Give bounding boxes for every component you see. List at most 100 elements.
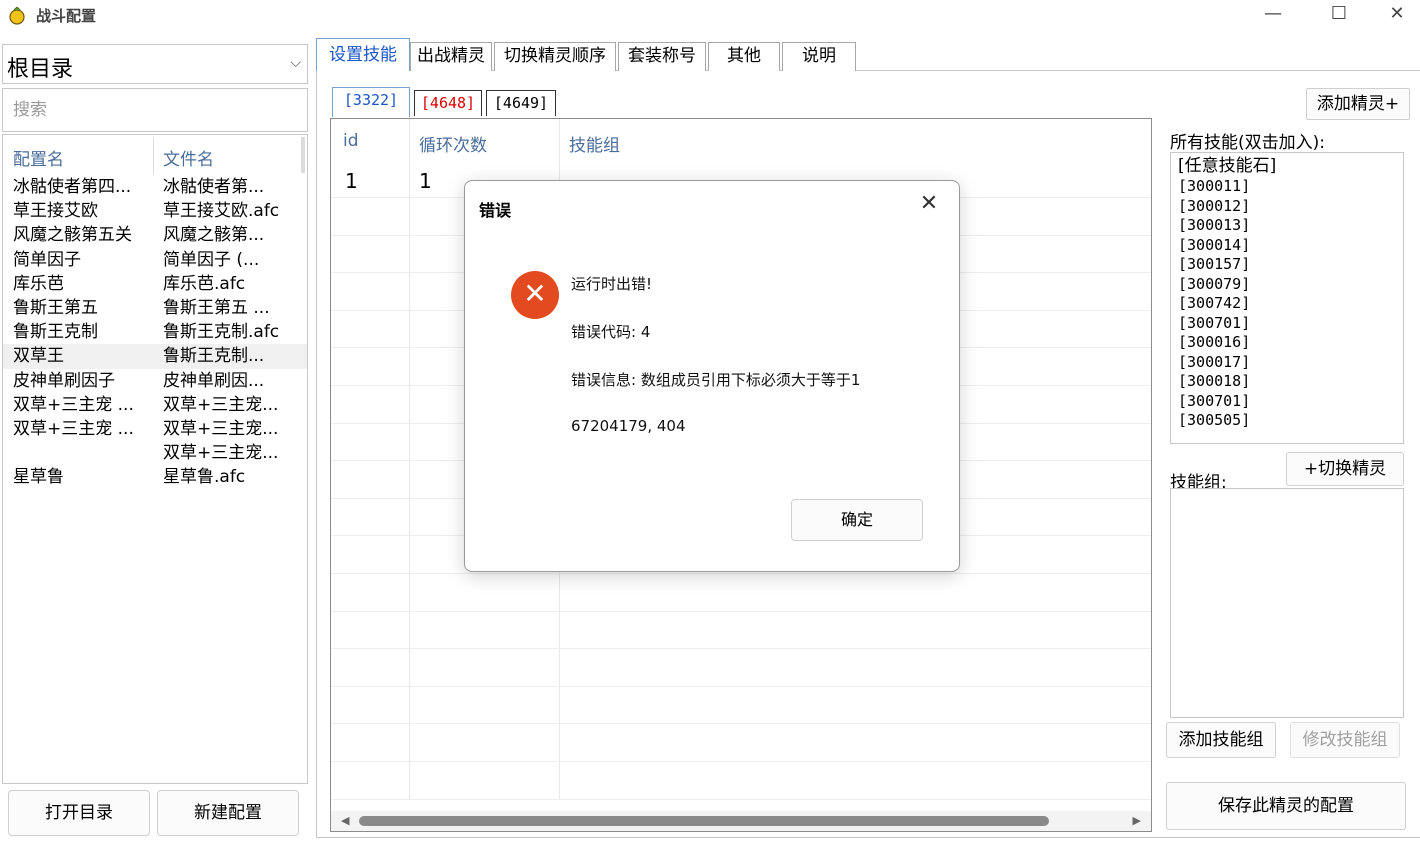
skill-group-list[interactable]: [1170, 488, 1404, 718]
file-name: 鲁斯王克制...: [163, 346, 265, 367]
minimize-button[interactable]: —: [1250, 0, 1296, 30]
dialog-error-code: 错误代码: 4: [571, 323, 651, 341]
grid-cell-loop[interactable]: 1: [419, 169, 432, 193]
all-skills-label: 所有技能(双击加入):: [1170, 133, 1325, 153]
dialog-message: 运行时出错!: [571, 275, 653, 293]
grid-header-id[interactable]: id: [343, 131, 359, 151]
config-name: 皮神单刷因子: [13, 370, 115, 391]
grid-row-line: [331, 723, 1151, 725]
config-name: 双草+三主宠 ...: [13, 394, 134, 415]
scroll-right-icon[interactable]: ▶: [1133, 814, 1141, 827]
config-name: 库乐芭: [13, 273, 64, 294]
config-rows: 冰骷使者第四... 冰骷使者第... 草王接艾欧 草王接艾欧.afc 风魔之骸第五关 风魔…: [3, 175, 307, 489]
config-name: 双草王: [13, 346, 64, 367]
tab-help[interactable]: 说明: [782, 42, 856, 71]
tab-switch-order[interactable]: 切换精灵顺序: [494, 42, 616, 71]
app-icon: [9, 7, 25, 25]
list-item[interactable]: 双草王 鲁斯王克制...: [3, 344, 307, 369]
horizontal-scrollbar[interactable]: ◀ ▶: [331, 811, 1151, 831]
new-config-button[interactable]: 新建配置: [157, 790, 299, 836]
tab-other[interactable]: 其他: [708, 42, 780, 71]
dialog-ok-button[interactable]: 确定: [791, 499, 923, 541]
search-input[interactable]: [2, 88, 308, 132]
list-item[interactable]: 冰骷使者第四... 冰骷使者第...: [3, 175, 307, 199]
skill-item[interactable]: [300017]: [1178, 353, 1403, 373]
dialog-error-detail: 67204179, 404: [571, 417, 686, 435]
file-name: 星草鲁.afc: [163, 467, 246, 488]
add-spirit-button[interactable]: 添加精灵+: [1306, 88, 1410, 120]
list-item[interactable]: 库乐芭 库乐芭.afc: [3, 272, 307, 296]
skill-item[interactable]: [300013]: [1178, 216, 1403, 236]
column-header-file-name[interactable]: 文件名: [163, 145, 214, 170]
chevron-down-icon: ⌵: [290, 55, 301, 71]
config-name: 星草鲁: [13, 467, 64, 488]
maximize-button[interactable]: ☐: [1316, 0, 1362, 30]
skill-item[interactable]: [300701]: [1178, 314, 1403, 334]
grid-header-skill-group[interactable]: 技能组: [569, 131, 620, 156]
skill-item[interactable]: [300018]: [1178, 372, 1403, 392]
open-directory-button[interactable]: 打开目录: [8, 790, 150, 836]
save-spirit-config-button[interactable]: 保存此精灵的配置: [1166, 782, 1406, 830]
skill-item[interactable]: [300012]: [1178, 197, 1403, 217]
subtab-4649[interactable]: [4649]: [486, 90, 556, 116]
config-name: 冰骷使者第四...: [13, 177, 132, 197]
file-name: 双草+三主宠...: [163, 418, 279, 439]
dialog-error-info: 错误信息: 数组成员引用下标必须大于等于1: [571, 371, 861, 389]
list-item[interactable]: 鲁斯王克制 鲁斯王克制.afc: [3, 320, 307, 344]
skill-item[interactable]: [300742]: [1178, 294, 1403, 314]
list-item[interactable]: 皮神单刷因子 皮神单刷因...: [3, 369, 307, 393]
column-header-config-name[interactable]: 配置名: [13, 145, 64, 170]
list-item[interactable]: 双草+三主宠 ... 双草+三主宠...: [3, 417, 307, 441]
close-window-button[interactable]: ✕: [1374, 0, 1420, 30]
file-name: 草王接艾欧.afc: [163, 201, 280, 222]
list-item[interactable]: 鲁斯王第五 鲁斯王第五 ...: [3, 296, 307, 320]
skill-item[interactable]: [300014]: [1178, 236, 1403, 256]
skill-item[interactable]: [300079]: [1178, 275, 1403, 295]
file-name: 库乐芭.afc: [163, 273, 246, 294]
tab-suit-title[interactable]: 套装称号: [618, 42, 706, 71]
tab-set-skills[interactable]: 设置技能: [316, 38, 410, 71]
file-name: 简单因子 (...: [163, 249, 260, 270]
list-scrollbar[interactable]: [301, 137, 305, 173]
skill-item[interactable]: [任意技能石]: [1178, 155, 1403, 177]
config-name: 草王接艾欧: [13, 201, 98, 222]
list-item[interactable]: 双草+三主宠 ... 双草+三主宠...: [3, 393, 307, 417]
grid-header-loop-count[interactable]: 循环次数: [419, 131, 487, 156]
list-item[interactable]: 风魔之骸第五关 风魔之骸第...: [3, 223, 307, 247]
list-item[interactable]: 草王接艾欧 草王接艾欧.afc: [3, 199, 307, 223]
tab-battle-spirits[interactable]: 出战精灵: [410, 42, 492, 71]
switch-spirit-button[interactable]: +切换精灵: [1286, 452, 1404, 486]
file-name: 鲁斯王克制.afc: [163, 322, 280, 343]
all-skills-list[interactable]: [任意技能石] [300011] [300012] [300013] [300014][…: [1170, 152, 1404, 444]
config-list[interactable]: 配置名 文件名 冰骷使者第四... 冰骷使者第... 草王接艾欧 草王接艾欧.afc 风…: [2, 134, 308, 784]
config-name: 双草+三主宠 ...: [13, 418, 134, 439]
subtab-4648[interactable]: [4648]: [414, 90, 482, 116]
add-skill-group-button[interactable]: 添加技能组: [1166, 722, 1276, 758]
title-bar: 战斗配置 — ☐ ✕: [0, 0, 1420, 32]
skill-item[interactable]: [300157]: [1178, 255, 1403, 275]
dialog-close-icon[interactable]: ✕: [913, 189, 945, 221]
column-separator[interactable]: [153, 137, 154, 175]
skill-item[interactable]: [300011]: [1178, 177, 1403, 197]
scrollbar-thumb[interactable]: [359, 816, 1049, 826]
file-name: 皮神单刷因...: [163, 370, 265, 391]
scroll-left-icon[interactable]: ◀: [341, 814, 349, 827]
error-icon: ✕: [511, 271, 559, 319]
grid-row-line: [331, 648, 1151, 650]
list-item[interactable]: 双草+三主宠...: [3, 441, 307, 465]
dialog-title: 错误: [479, 201, 512, 220]
subtab-3322[interactable]: [3322]: [332, 87, 410, 117]
grid-row-line: [331, 798, 1151, 800]
list-item[interactable]: 星草鲁 星草鲁.afc: [3, 465, 307, 489]
root-directory-select[interactable]: 根目录 ⌵: [2, 44, 308, 84]
config-name: 鲁斯王第五: [13, 297, 98, 318]
grid-cell-id[interactable]: 1: [345, 169, 358, 193]
config-name: 鲁斯王克制: [13, 322, 98, 343]
list-item[interactable]: 简单因子 简单因子 (...: [3, 248, 307, 272]
skill-item[interactable]: [300701]: [1178, 392, 1403, 412]
root-directory-value: 根目录: [7, 57, 74, 82]
skill-item[interactable]: [300016]: [1178, 333, 1403, 353]
error-dialog: 错误 ✕ ✕ 运行时出错! 错误代码: 4 错误信息: 数组成员引用下标必须大于…: [464, 180, 960, 572]
skill-item[interactable]: [300505]: [1178, 411, 1403, 431]
config-name: 风魔之骸第五关: [13, 225, 132, 246]
